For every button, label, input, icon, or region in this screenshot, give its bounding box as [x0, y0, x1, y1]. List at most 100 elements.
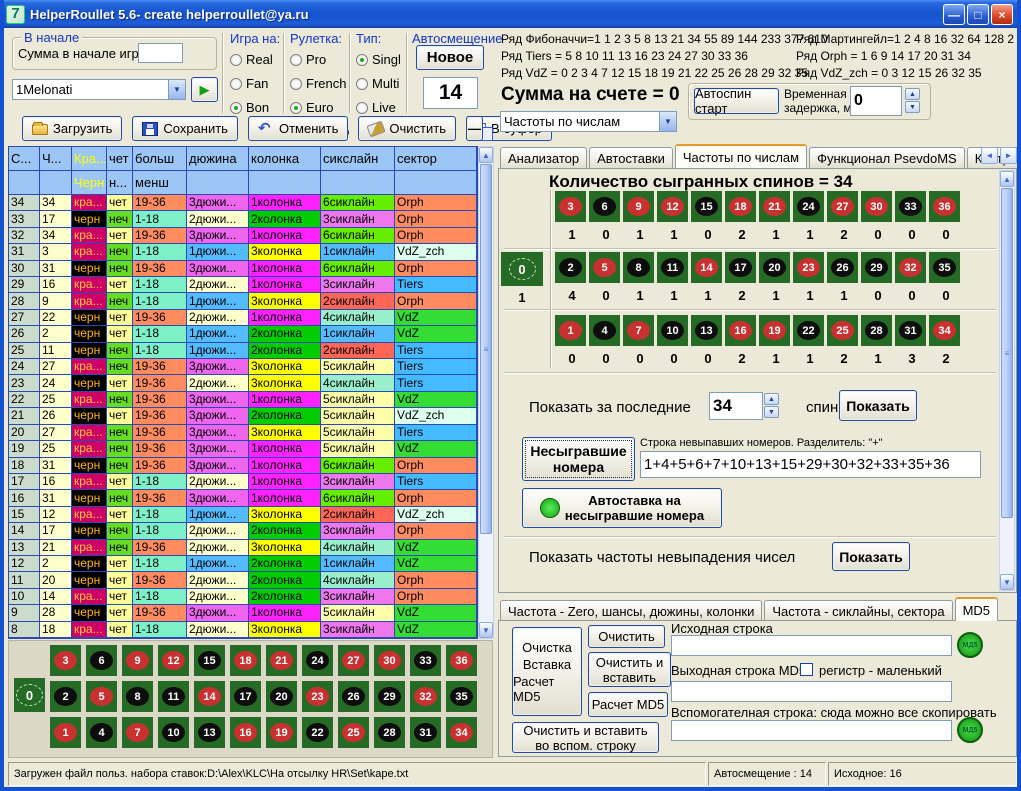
collapse-button[interactable]: —: [466, 116, 483, 141]
bottom-tab-3[interactable]: MD5: [955, 597, 998, 621]
scrollbar-thumb[interactable]: ≡: [1001, 188, 1013, 518]
radio-pro[interactable]: Pro: [290, 52, 349, 67]
board-number-35[interactable]: 35: [446, 681, 477, 712]
board-number-32[interactable]: 32: [410, 681, 441, 712]
radio-french[interactable]: French: [290, 76, 349, 91]
board-number-25[interactable]: 25: [338, 717, 369, 748]
mode-combobox[interactable]: Частоты по числам ▼: [500, 111, 677, 132]
table-row[interactable]: 2511черннеч1-181дюжи...2колонка2сиклайнT…: [9, 343, 477, 359]
table-row[interactable]: 1631черннеч19-363дюжи...1колонка6сиклайн…: [9, 490, 477, 506]
maximize-icon[interactable]: □: [967, 4, 989, 25]
board-number-14[interactable]: 14: [194, 681, 225, 712]
table-row[interactable]: 1831черннеч19-363дюжи...1колонка6сиклайн…: [9, 458, 477, 474]
close-icon[interactable]: ×: [991, 4, 1013, 25]
board-number-20[interactable]: 20: [266, 681, 297, 712]
bottom-tab-1[interactable]: Частота - Zero, шансы, дюжины, колонки: [500, 600, 762, 621]
preset-combobox[interactable]: 1Melonati ▼: [12, 79, 186, 100]
md5-calc-aux-icon[interactable]: МД5: [957, 717, 983, 743]
board-number-4[interactable]: 4: [86, 717, 117, 748]
tab-3[interactable]: Частоты по числам: [675, 144, 807, 168]
table-row[interactable]: 289кра...неч1-181дюжи...3колонка2сиклайн…: [9, 293, 477, 309]
md5-clear-paste-calc-button[interactable]: Очистка Вставка Расчет MD5: [512, 627, 582, 716]
radio-bon[interactable]: Bon: [230, 100, 280, 115]
scroll-down-icon[interactable]: ▼: [1000, 574, 1014, 590]
md5-calc-icon[interactable]: МД5: [957, 632, 983, 658]
md5-clear-paste-button[interactable]: Очистить и вставить: [588, 652, 671, 687]
show-last-input[interactable]: 34: [709, 392, 763, 420]
radio-euro[interactable]: Euro: [290, 100, 349, 115]
board-number-18[interactable]: 18: [230, 645, 261, 676]
md5-clear-button[interactable]: Очистить: [588, 625, 665, 648]
delay-input[interactable]: 0: [850, 86, 902, 116]
table-row[interactable]: 928чернчет19-363дюжи...1колонка5сиклайнV…: [9, 605, 477, 621]
table-row[interactable]: 2126чернчет19-363дюжи...2колонка5сиклайн…: [9, 408, 477, 424]
save-button[interactable]: Сохранить: [132, 116, 238, 141]
autobet-missed-button[interactable]: Автоставка на несыгравшие номера: [522, 488, 722, 528]
table-row[interactable]: 2324чернчет19-362дюжи...3колонка4сиклайн…: [9, 375, 477, 391]
tab-2[interactable]: Автоставки: [589, 147, 673, 168]
board-number-26[interactable]: 26: [338, 681, 369, 712]
board-number-28[interactable]: 28: [374, 717, 405, 748]
show-button[interactable]: Показать: [839, 390, 917, 421]
board-number-31[interactable]: 31: [410, 717, 441, 748]
table-row[interactable]: 818кра...чет1-182дюжи...3колонка3сиклайн…: [9, 622, 477, 638]
board-number-8[interactable]: 8: [122, 681, 153, 712]
spin-up-icon[interactable]: ▲: [905, 88, 920, 100]
board-number-16[interactable]: 16: [230, 717, 261, 748]
missed-numbers-button[interactable]: Несыгравшие номера: [522, 437, 635, 481]
board-number-7[interactable]: 7: [122, 717, 153, 748]
table-row[interactable]: 3234кра...чет19-363дюжи...1колонка6сикла…: [9, 228, 477, 244]
radio-real[interactable]: Real: [230, 52, 280, 67]
board-number-27[interactable]: 27: [338, 645, 369, 676]
board-number-5[interactable]: 5: [86, 681, 117, 712]
board-number-6[interactable]: 6: [86, 645, 117, 676]
spin-down-icon[interactable]: ▼: [764, 406, 779, 418]
md5-clear-paste-aux-button[interactable]: Очистить и вставить во вспом. строку: [512, 722, 659, 753]
table-row[interactable]: 1716кра...чет1-182дюжи...1колонка3сиклай…: [9, 474, 477, 490]
table-row[interactable]: 3031черннеч19-363дюжи...1колонка6сиклайн…: [9, 261, 477, 277]
table-row[interactable]: 1014кра...чет1-182дюжи...2колонка3сиклай…: [9, 589, 477, 605]
tab-scroll-right-icon[interactable]: ►: [1000, 147, 1017, 164]
board-number-17[interactable]: 17: [230, 681, 261, 712]
scrollbar-thumb[interactable]: ≡: [480, 164, 492, 534]
table-row[interactable]: 262чернчет1-181дюжи...2колонка1сиклайнVd…: [9, 326, 477, 342]
chevron-down-icon[interactable]: ▼: [659, 112, 676, 131]
md5-source-input[interactable]: [671, 635, 952, 656]
board-number-24[interactable]: 24: [302, 645, 333, 676]
clear-button[interactable]: Очистить: [358, 116, 456, 141]
board-number-23[interactable]: 23: [302, 681, 333, 712]
board-number-21[interactable]: 21: [266, 645, 297, 676]
table-row[interactable]: 1512кра...чет1-181дюжи...3колонка2сиклай…: [9, 507, 477, 523]
radio-fan[interactable]: Fan: [230, 76, 280, 91]
table-row[interactable]: 1417черннеч1-182дюжи...2колонка3сиклайнO…: [9, 523, 477, 539]
chevron-down-icon[interactable]: ▼: [168, 80, 185, 99]
board-number-22[interactable]: 22: [302, 717, 333, 748]
radio-singl[interactable]: Singl: [356, 52, 401, 67]
tab-4[interactable]: Функционал PsevdoMS: [809, 147, 965, 168]
radio-multi[interactable]: Multi: [356, 76, 401, 91]
board-number-2[interactable]: 2: [50, 681, 81, 712]
table-row[interactable]: 1925кра...неч19-363дюжи...1колонка5сикла…: [9, 441, 477, 457]
table-row[interactable]: 2916кра...чет1-182дюжи...1колонка3сиклай…: [9, 277, 477, 293]
md5-calc-button[interactable]: Расчет MD5: [588, 692, 668, 717]
table-scrollbar[interactable]: ▲ ≡ ▼: [478, 146, 494, 639]
spin-up-icon[interactable]: ▲: [764, 393, 779, 405]
board-number-34[interactable]: 34: [446, 717, 477, 748]
board-number-33[interactable]: 33: [410, 645, 441, 676]
tab-scroll-left-icon[interactable]: ◄: [981, 147, 998, 164]
bottom-tab-2[interactable]: Частота - сиклайны, сектора: [764, 600, 952, 621]
table-row[interactable]: 2027кра...неч19-363дюжи...3колонка5сикла…: [9, 425, 477, 441]
missed-numbers-input[interactable]: 1+4+5+6+7+10+13+15+29+30+32+33+35+36: [640, 451, 981, 478]
scroll-up-icon[interactable]: ▲: [479, 147, 493, 163]
start-sum-input[interactable]: [138, 43, 183, 63]
table-row[interactable]: 1321кра...неч19-362дюжи...3колонка4сикла…: [9, 540, 477, 556]
tab-1[interactable]: Анализатор: [500, 147, 587, 168]
scroll-down-icon[interactable]: ▼: [479, 622, 493, 638]
panel-scrollbar[interactable]: ▲ ≡ ▼: [999, 170, 1015, 591]
board-number-11[interactable]: 11: [158, 681, 189, 712]
table-row[interactable]: 2427кра...неч19-363дюжи...3колонка5сикла…: [9, 359, 477, 375]
table-row[interactable]: 3434кра...чет19-363дюжи...1колонка6сикла…: [9, 195, 477, 211]
play-button[interactable]: ▶: [191, 77, 218, 102]
board-number-10[interactable]: 10: [158, 717, 189, 748]
radio-live[interactable]: Live: [356, 100, 401, 115]
